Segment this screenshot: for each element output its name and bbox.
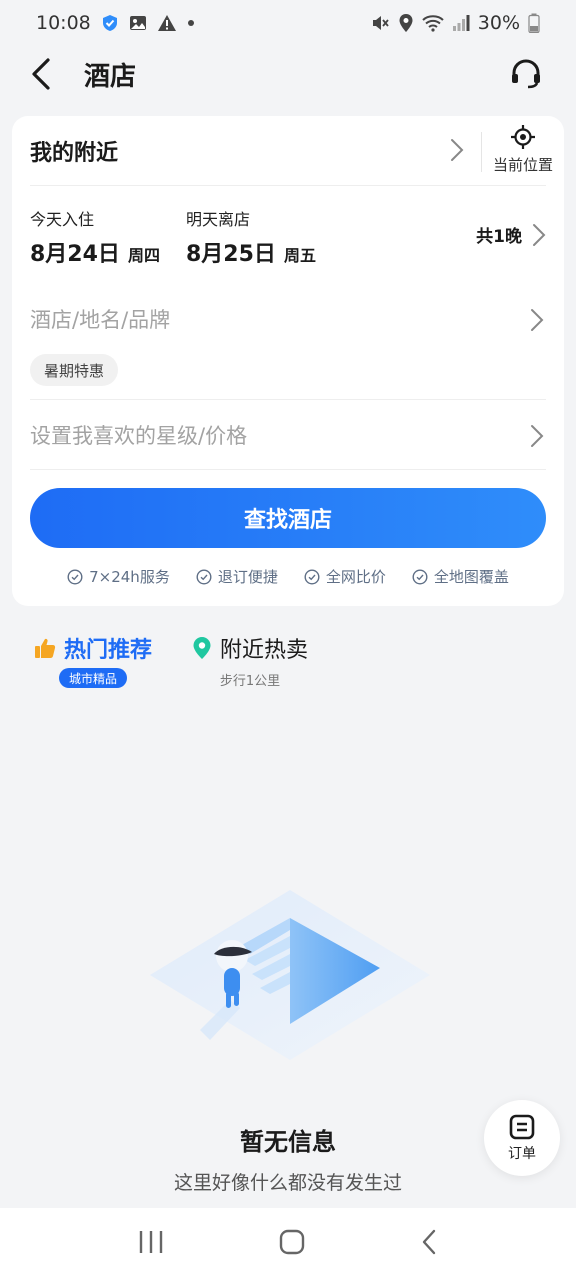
nights-count[interactable]: 共1晚 bbox=[476, 222, 546, 247]
chevron-right-icon bbox=[451, 139, 464, 161]
checkout-block[interactable]: 明天离店 8月25日 周五 bbox=[186, 206, 316, 268]
status-bar: 10:08 30% bbox=[0, 0, 576, 46]
date-row[interactable]: 今天入住 8月24日 周四 明天离店 8月25日 周五 共1晚 bbox=[30, 200, 546, 280]
system-nav-bar bbox=[0, 1208, 576, 1280]
feature-item: 退订便捷 bbox=[196, 566, 278, 587]
recent-apps-button[interactable] bbox=[137, 1229, 165, 1259]
check-circle-icon bbox=[67, 568, 83, 585]
feature-label: 全网比价 bbox=[325, 568, 386, 586]
order-list-icon bbox=[509, 1114, 535, 1140]
checkin-weekday: 周四 bbox=[127, 246, 160, 265]
star-price-placeholder: 设置我喜欢的星级/价格 bbox=[30, 424, 248, 448]
headset-icon bbox=[512, 59, 540, 89]
checkout-caption: 明天离店 bbox=[186, 210, 251, 229]
battery-percent: 30% bbox=[477, 12, 520, 34]
home-button[interactable] bbox=[278, 1228, 306, 1260]
status-time: 10:08 bbox=[36, 12, 91, 34]
tab-nearby-hot[interactable]: 附近热卖 步行1公里 bbox=[192, 632, 308, 689]
nearby-distance: 步行1公里 bbox=[219, 674, 281, 689]
tab-hot-label: 热门推荐 bbox=[64, 638, 153, 663]
check-circle-icon bbox=[196, 568, 212, 585]
checkin-date: 8月24日 bbox=[30, 242, 120, 267]
feature-item: 全地图覆盖 bbox=[412, 566, 509, 587]
feature-item: 7×24h服务 bbox=[67, 566, 170, 587]
service-features: 7×24h服务 退订便捷 全网比价 全地图覆盖 bbox=[12, 566, 564, 587]
checkin-block[interactable]: 今天入住 8月24日 周四 bbox=[30, 206, 160, 268]
hotel-search-card: 我的附近 当前位置 今天入住 8月24日 周四 明天离店 8月25日 周五 共1… bbox=[12, 116, 564, 606]
tab-nearby-label: 附近热卖 bbox=[220, 638, 309, 663]
check-circle-icon bbox=[304, 568, 320, 585]
locate-icon bbox=[511, 125, 535, 149]
feature-label: 退订便捷 bbox=[217, 568, 278, 586]
recent-apps-icon bbox=[139, 1231, 162, 1253]
orders-label: 订单 bbox=[508, 1146, 536, 1162]
orders-button[interactable]: 订单 bbox=[484, 1100, 560, 1176]
back-button[interactable] bbox=[30, 54, 64, 94]
notification-dot-icon bbox=[187, 19, 195, 27]
checkin-caption: 今天入住 bbox=[30, 210, 95, 229]
customer-service-button[interactable] bbox=[506, 54, 546, 94]
search-placeholder: 酒店/地名/品牌 bbox=[30, 308, 171, 332]
checkout-date: 8月25日 bbox=[186, 242, 276, 267]
chevron-right-icon bbox=[533, 223, 546, 246]
hotel-search-input[interactable]: 酒店/地名/品牌 bbox=[30, 292, 546, 346]
home-icon bbox=[279, 1229, 305, 1255]
feature-label: 7×24h服务 bbox=[89, 568, 170, 586]
current-location-label: 当前位置 bbox=[492, 156, 553, 174]
check-circle-icon bbox=[412, 568, 428, 585]
checkout-weekday: 周五 bbox=[283, 246, 316, 265]
mute-icon bbox=[370, 13, 390, 33]
system-back-icon bbox=[423, 1229, 436, 1255]
header: 酒店 bbox=[0, 46, 576, 102]
tab-hot-recommend[interactable]: 热门推荐 城市精品 bbox=[34, 632, 152, 688]
back-arrow-icon bbox=[32, 58, 50, 90]
location-pin-icon bbox=[193, 637, 211, 659]
city-featured-badge: 城市精品 bbox=[59, 668, 128, 688]
empty-state-subtitle: 这里好像什么都没有发生过 bbox=[173, 1172, 402, 1194]
star-price-selector[interactable]: 设置我喜欢的星级/价格 bbox=[30, 408, 546, 462]
chevron-right-icon bbox=[531, 425, 544, 447]
thumbs-up-icon bbox=[35, 638, 56, 658]
chevron-right-icon bbox=[531, 309, 544, 331]
empty-state-illustration bbox=[150, 890, 430, 1060]
wifi-icon bbox=[422, 14, 444, 32]
location-row[interactable]: 我的附近 bbox=[30, 116, 546, 186]
current-location-button[interactable]: 当前位置 bbox=[482, 124, 564, 180]
divider bbox=[30, 469, 546, 470]
page-title: 酒店 bbox=[84, 61, 137, 92]
feature-item: 全网比价 bbox=[304, 566, 386, 587]
location-status-icon bbox=[398, 13, 414, 33]
system-back-button[interactable] bbox=[419, 1228, 439, 1260]
divider bbox=[30, 399, 546, 400]
image-icon bbox=[129, 14, 147, 32]
recommend-tabs: 热门推荐 城市精品 附近热卖 步行1公里 bbox=[34, 632, 542, 692]
signal-icon bbox=[452, 14, 470, 32]
search-hotel-button[interactable]: 查找酒店 bbox=[30, 488, 546, 548]
warning-icon bbox=[157, 14, 177, 32]
location-text: 我的附近 bbox=[30, 140, 119, 166]
shield-icon bbox=[101, 14, 119, 32]
nights-label: 共1晚 bbox=[476, 227, 522, 247]
feature-label: 全地图覆盖 bbox=[433, 568, 509, 586]
summer-deal-tag[interactable]: 暑期特惠 bbox=[30, 354, 119, 386]
battery-icon bbox=[528, 13, 540, 33]
